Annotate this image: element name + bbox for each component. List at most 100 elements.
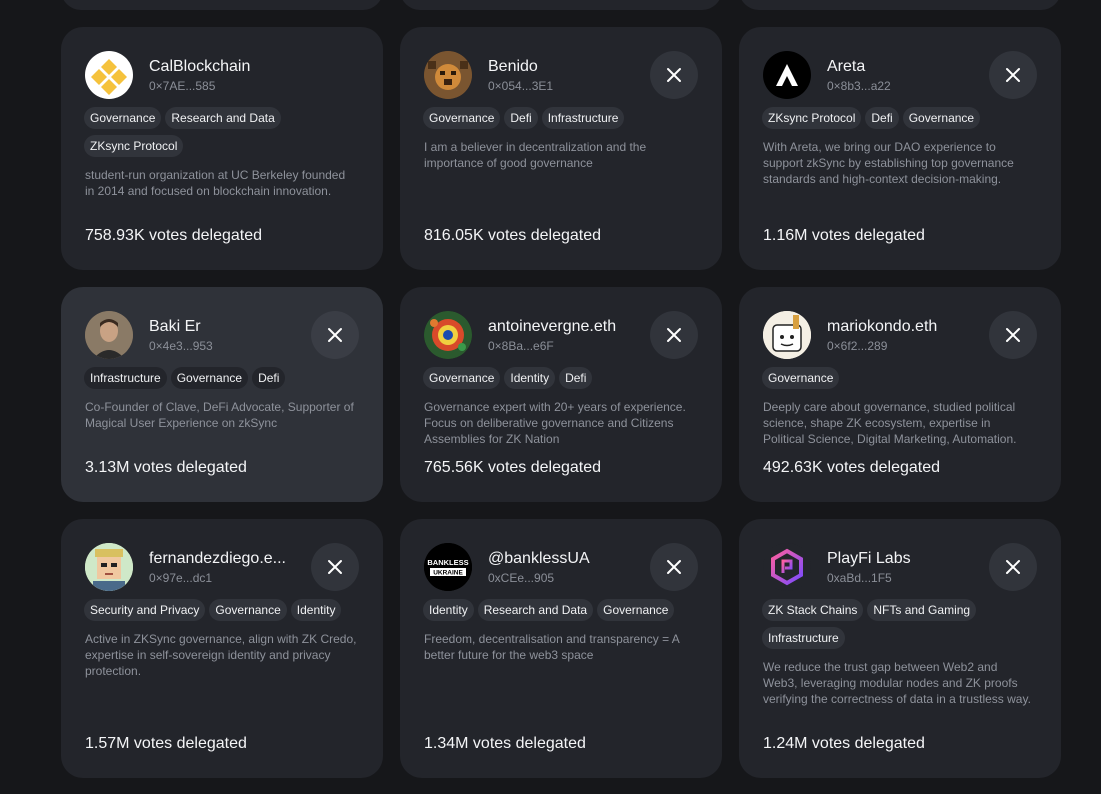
wallet-address: 0×8b3...a22	[827, 79, 891, 93]
delegate-name: Baki Er	[149, 318, 201, 335]
votes-delegated: 1.16M votes delegated	[763, 227, 925, 244]
wallet-address: 0xCEe...905	[488, 571, 555, 585]
tag-list: ZK Stack Chains NFTs and Gaming Infrastr…	[762, 599, 1037, 649]
wallet-address: 0×054...3E1	[488, 79, 554, 93]
tag-list: Governance Defi Infrastructure	[423, 107, 698, 129]
delegate-card[interactable]: CalBlockchain 0×7AE...585 Governance Res…	[61, 27, 383, 270]
tag-list: Governance Identity Defi	[423, 367, 698, 389]
delegate-card[interactable]: antoinevergne.eth 0×8Ba...e6F Governance…	[400, 287, 722, 502]
tag: Governance	[423, 107, 501, 129]
person-photo-icon	[85, 311, 133, 359]
areta-logo-icon	[776, 64, 798, 86]
wallet-address: 0×4e3...953	[149, 339, 213, 353]
x-profile-button[interactable]	[311, 311, 359, 359]
delegate-bio: I am a believer in decentralization and …	[424, 140, 647, 170]
tag: Governance	[902, 107, 981, 129]
tag: Identity	[504, 367, 556, 389]
votes-delegated: 816.05K votes delegated	[424, 227, 602, 244]
x-profile-button[interactable]	[650, 311, 698, 359]
avatar	[763, 51, 811, 99]
x-logo-icon	[1006, 328, 1020, 342]
delegate-name: @banklessUA	[488, 550, 590, 567]
playfi-logo-icon	[771, 548, 803, 586]
tag: Security and Privacy	[84, 599, 206, 621]
tag: Defi	[865, 107, 899, 129]
delegate-bio: With Areta, we bring our DAO experience …	[763, 140, 1014, 186]
x-logo-icon	[328, 328, 342, 342]
x-logo-icon	[1006, 560, 1020, 574]
avatar: BANKLESS UKRAINE	[424, 543, 472, 591]
calblockchain-logo-icon	[91, 59, 127, 95]
pixel-avatar-icon	[85, 543, 133, 591]
delegate-bio: Freedom, decentralisation and transparen…	[424, 632, 680, 662]
tag-list: Infrastructure Governance Defi	[84, 367, 359, 389]
delegate-bio: Co-Founder of Clave, DeFi Advocate, Supp…	[85, 400, 354, 430]
delegate-name: CalBlockchain	[149, 58, 251, 75]
tag: Governance	[84, 107, 162, 129]
delegate-bio: We reduce the trust gap between Web2 and…	[763, 660, 1031, 706]
avatar	[85, 543, 133, 591]
votes-delegated: 765.56K votes delegated	[424, 459, 602, 476]
tag: ZKsync Protocol	[84, 135, 184, 157]
delegate-card[interactable]: PlayFi Labs 0xaBd...1F5 ZK Stack Chains …	[739, 519, 1061, 778]
tag-list: Identity Research and Data Governance	[423, 599, 698, 621]
delegate-name: mariokondo.eth	[827, 318, 938, 335]
tag: Infrastructure	[762, 627, 845, 649]
delegate-name: antoinevergne.eth	[488, 318, 617, 335]
tag: ZK Stack Chains	[762, 599, 864, 621]
delegate-bio: Governance expert with 20+ years of expe…	[424, 400, 686, 446]
tag: Identity	[423, 599, 474, 621]
delegate-name: fernandezdiego.e...	[149, 550, 286, 567]
tag: Research and Data	[165, 107, 281, 129]
tag-list: Governance Research and Data ZKsync Prot…	[84, 107, 359, 157]
delegate-name: Benido	[488, 58, 538, 75]
svg-text:UKRAINE: UKRAINE	[433, 570, 463, 577]
lion-avatar-icon	[424, 51, 472, 99]
tag: Research and Data	[477, 599, 594, 621]
card-partial-top	[739, 0, 1061, 10]
tag: Identity	[290, 599, 342, 621]
delegate-card[interactable]: fernandezdiego.e... 0×97e...dc1 Security…	[61, 519, 383, 778]
tag-list: ZKsync Protocol Defi Governance	[762, 107, 1037, 129]
avatar	[424, 311, 472, 359]
x-profile-button[interactable]	[989, 311, 1037, 359]
bankless-ukraine-logo-icon: BANKLESS UKRAINE	[424, 543, 472, 591]
delegate-bio: Active in ZKSync governance, align with …	[85, 632, 357, 678]
x-profile-button[interactable]	[989, 51, 1037, 99]
tag: Governance	[209, 599, 287, 621]
x-logo-icon	[328, 560, 342, 574]
tag: NFTs and Gaming	[867, 599, 977, 621]
card-header: CalBlockchain 0×7AE...585	[85, 51, 359, 99]
delegate-name: Areta	[827, 58, 866, 75]
tag: Governance	[170, 367, 249, 389]
x-profile-button[interactable]	[650, 51, 698, 99]
tag-list: Governance	[762, 367, 1037, 389]
tag: Governance	[423, 367, 501, 389]
wallet-address: 0×8Ba...e6F	[488, 339, 554, 353]
delegate-grid: CalBlockchain 0×7AE...585 Governance Res…	[61, 27, 1061, 778]
wallet-address: 0×97e...dc1	[149, 571, 213, 585]
x-logo-icon	[1006, 68, 1020, 82]
x-profile-button[interactable]	[311, 543, 359, 591]
delegate-card[interactable]: BANKLESS UKRAINE @banklessUA 0xCEe...905…	[400, 519, 722, 778]
votes-delegated: 1.34M votes delegated	[424, 735, 586, 752]
delegate-card[interactable]: Baki Er 0×4e3...953 Infrastructure Gover…	[61, 287, 383, 502]
wallet-address: 0×7AE...585	[149, 79, 216, 93]
x-profile-button[interactable]	[989, 543, 1037, 591]
svg-text:BANKLESS: BANKLESS	[427, 558, 468, 567]
x-profile-button[interactable]	[650, 543, 698, 591]
avatar	[85, 51, 133, 99]
votes-delegated: 758.93K votes delegated	[85, 227, 263, 244]
cartoon-avatar-icon	[763, 311, 811, 359]
delegate-card[interactable]: Areta 0×8b3...a22 ZKsync Protocol Defi G…	[739, 27, 1061, 270]
x-logo-icon	[667, 328, 681, 342]
delegate-card[interactable]: Benido 0×054...3E1 Governance Defi Infra…	[400, 27, 722, 270]
delegate-name: PlayFi Labs	[827, 550, 911, 567]
votes-delegated: 492.63K votes delegated	[763, 459, 941, 476]
tag-list: Security and Privacy Governance Identity	[84, 599, 359, 621]
delegate-card[interactable]: mariokondo.eth 0×6f2...289 Governance De…	[739, 287, 1061, 502]
tag: Governance	[597, 599, 675, 621]
tag: Governance	[762, 367, 840, 389]
avatar	[763, 543, 811, 591]
avatar	[85, 311, 133, 359]
